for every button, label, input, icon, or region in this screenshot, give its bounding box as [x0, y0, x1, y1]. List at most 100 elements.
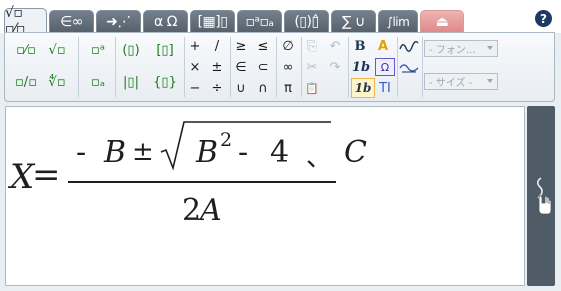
tab-sums[interactable]: ∑ ∪: [331, 10, 376, 32]
tab-greek[interactable]: α Ω: [143, 10, 188, 32]
stroke-icon: [399, 64, 419, 73]
slash-icon: /: [214, 38, 220, 54]
variable-c: C: [344, 135, 367, 170]
element-of-icon: ∈: [235, 59, 247, 75]
tab-matrix[interactable]: [▦]▯: [190, 10, 235, 32]
number-two: 2: [182, 193, 202, 228]
separator: [184, 37, 185, 97]
separator: [230, 37, 231, 97]
tab-label: ∈∞: [60, 13, 83, 30]
abs-icon: |▯|: [123, 74, 139, 90]
bold-icon: B: [354, 38, 366, 54]
paste-button[interactable]: 📋: [303, 79, 321, 97]
separator: [348, 37, 349, 97]
empty-set-button[interactable]: ∅: [279, 37, 297, 55]
nth-root-button[interactable]: ∜▫: [45, 71, 69, 93]
math-style-icon: 1b: [354, 81, 372, 95]
eject-icon: ⏏: [435, 13, 449, 30]
intersection-icon: ∩: [258, 80, 268, 96]
tab-arrows[interactable]: ➜⋰: [96, 10, 141, 32]
divide-icon: ÷: [211, 80, 223, 96]
tab-label: ∫lim: [386, 14, 410, 29]
leq-icon: ≤: [257, 38, 269, 54]
geq-icon: ≥: [235, 38, 247, 54]
math-style-button[interactable]: 1b: [351, 78, 375, 98]
cursor-comma: 、: [306, 143, 333, 173]
tab-bar: √▫ ▫⁄▫ ∈∞ ➜⋰ α Ω [▦]▯ ▫ᵃ▫ₐ (▯)▯̂ ∑ ∪ ∫li…: [0, 0, 561, 37]
divide-slash-button[interactable]: /: [209, 37, 225, 55]
copy-icon: ⎘: [306, 38, 318, 54]
undo-icon: ↶: [329, 38, 341, 54]
subscript-icon: ▫ₐ: [91, 74, 105, 90]
paren-button[interactable]: (▯): [118, 39, 144, 61]
formula-editor[interactable]: X = - B ± B 2 - 4 、 C 2 A: [5, 106, 525, 286]
superscript-button[interactable]: ▫ᵃ: [87, 39, 109, 61]
tab-extra[interactable]: ⏏: [420, 10, 464, 32]
tab-label: ∑ ∪: [342, 13, 365, 30]
leq-button[interactable]: ≤: [255, 37, 271, 55]
hand-icon: [536, 177, 552, 215]
side-panel-toggle[interactable]: [527, 106, 555, 286]
tab-label: [▦]▯: [197, 13, 228, 30]
empty-set-icon: ∅: [282, 38, 294, 54]
pi-button[interactable]: π: [279, 79, 297, 97]
sqrt-icon: √▫: [48, 42, 66, 58]
tab-label: (▯)▯̂: [294, 13, 319, 30]
minus-button[interactable]: −: [187, 79, 203, 97]
slash-fraction-button[interactable]: ▫/▫: [15, 71, 37, 93]
sqrt-button[interactable]: √▫: [45, 39, 69, 61]
tab-sets[interactable]: ∈∞: [49, 10, 94, 32]
variable-b: B: [104, 135, 127, 170]
superscript-icon: ▫ᵃ: [91, 42, 105, 58]
intersection-button[interactable]: ∩: [255, 79, 271, 97]
subscript-button[interactable]: ▫ₐ: [87, 71, 109, 93]
undo-button[interactable]: ↶: [326, 37, 344, 55]
equals-sign: =: [32, 155, 61, 195]
element-of-button[interactable]: ∈: [233, 58, 249, 76]
font-color-button[interactable]: A: [373, 37, 393, 55]
italic-icon: 1b: [351, 59, 371, 75]
redo-icon: ↷: [329, 59, 341, 75]
fraction-icon: ▫⁄▫: [16, 42, 36, 58]
subset-button[interactable]: ⊂: [255, 58, 271, 76]
abs-button[interactable]: |▯|: [118, 71, 144, 93]
italic-button[interactable]: 1b: [350, 58, 372, 76]
lhs-variable: X: [10, 157, 35, 197]
cut-button[interactable]: ✂: [303, 58, 321, 76]
divide-button[interactable]: ÷: [209, 79, 225, 97]
copy-button[interactable]: ⎘: [303, 37, 321, 55]
tab-brackets[interactable]: (▯)▯̂: [284, 10, 329, 32]
tab-templates[interactable]: √▫ ▫⁄▫: [4, 5, 47, 37]
bold-button[interactable]: B: [350, 37, 370, 55]
infinity-button[interactable]: ∞: [279, 58, 297, 76]
help-button[interactable]: ?: [535, 10, 552, 27]
brace-button[interactable]: {▯}: [151, 71, 179, 93]
tab-label: α Ω: [154, 13, 177, 30]
plus-minus-button[interactable]: ±: [209, 58, 225, 76]
tab-calculus[interactable]: ∫lim: [378, 10, 418, 32]
minus-sign: -: [238, 135, 249, 170]
union-button[interactable]: ∪: [233, 79, 249, 97]
paren-icon: (▯): [122, 42, 140, 58]
times-button[interactable]: ×: [187, 58, 203, 76]
handwriting-button[interactable]: [398, 38, 420, 54]
help-icon: ?: [540, 11, 547, 26]
tab-scripts[interactable]: ▫ᵃ▫ₐ: [237, 10, 282, 32]
minus-icon: −: [189, 80, 201, 96]
bracket-icon: [▯]: [156, 42, 174, 58]
redo-button[interactable]: ↷: [326, 58, 344, 76]
fraction-button[interactable]: ▫⁄▫: [15, 39, 37, 61]
font-select[interactable]: - フォン…: [424, 40, 498, 57]
size-select-value: - サイズ -: [429, 78, 473, 89]
plus-button[interactable]: +: [187, 37, 203, 55]
geq-button[interactable]: ≥: [233, 37, 249, 55]
variable-a: A: [200, 193, 222, 228]
font-color-icon: A: [377, 38, 389, 54]
bracket-button[interactable]: [▯]: [151, 39, 179, 61]
number-four: 4: [270, 135, 290, 170]
greek-font-button[interactable]: Ω: [375, 58, 395, 76]
fraction-bar: [68, 181, 336, 183]
text-style-button[interactable]: TI: [375, 79, 395, 97]
size-select[interactable]: - サイズ -: [424, 73, 498, 90]
stroke-button[interactable]: [398, 60, 420, 76]
